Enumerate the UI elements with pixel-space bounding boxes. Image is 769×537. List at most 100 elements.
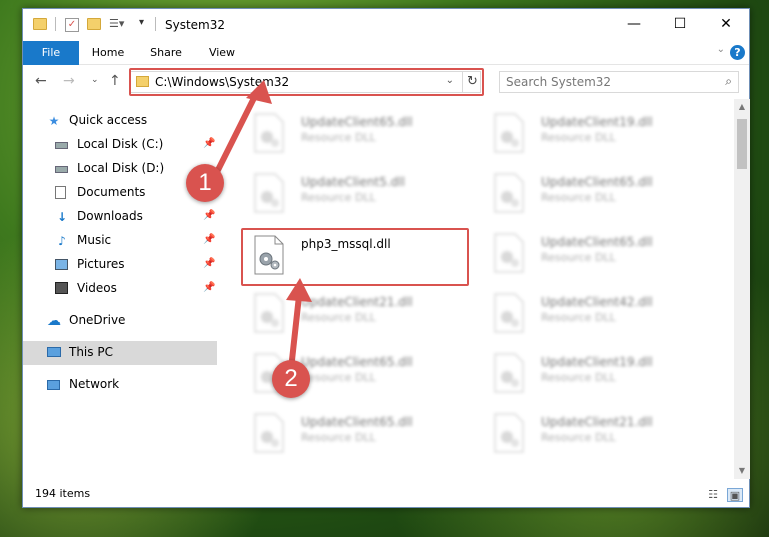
sidebar-item-quick-access[interactable]: ★ Quick access (23, 109, 217, 133)
folder-icon (33, 18, 47, 30)
file-item[interactable]: UpdateClient21.dll Resource DLL (243, 289, 473, 345)
sidebar-item-pictures[interactable]: Pictures 📌 (23, 253, 217, 277)
forward-arrow-icon[interactable]: → (63, 73, 75, 89)
close-button[interactable]: ✕ (703, 9, 749, 39)
documents-icon (55, 186, 69, 200)
file-name: UpdateClient21.dll (541, 415, 653, 429)
pin-icon: 📌 (203, 258, 216, 269)
file-item[interactable]: UpdateClient21.dll Resource DLL (483, 409, 713, 465)
tab-file[interactable]: File (23, 41, 79, 65)
file-item[interactable]: UpdateClient42.dll Resource DLL (483, 289, 713, 345)
sidebar-item-label: Pictures (77, 257, 125, 271)
search-placeholder: Search System32 (506, 75, 612, 89)
sidebar-item-label: Videos (77, 281, 117, 295)
file-type: Resource DLL (301, 191, 376, 204)
address-bar-highlight (129, 68, 484, 96)
file-type: Resource DLL (541, 191, 616, 204)
file-name: UpdateClient65.dll (301, 415, 413, 429)
dll-file-icon (494, 293, 524, 333)
tab-home[interactable]: Home (85, 41, 131, 65)
tab-share[interactable]: Share (143, 41, 189, 65)
details-view-icon[interactable]: ☷ (705, 488, 721, 502)
file-name: UpdateClient42.dll (541, 295, 653, 309)
pin-icon: 📌 (203, 234, 216, 245)
separator (55, 17, 56, 31)
file-name: UpdateClient65.dll (541, 175, 653, 189)
sidebar-item-label: Network (69, 377, 120, 391)
back-arrow-icon[interactable]: ← (35, 73, 47, 89)
tab-view[interactable]: View (199, 41, 245, 65)
sidebar-item-label: This PC (69, 345, 113, 359)
music-note-icon: ♪ (58, 234, 66, 248)
file-name: UpdateClient65.dll (301, 115, 413, 129)
file-type: Resource DLL (541, 131, 616, 144)
maximize-button[interactable]: ☐ (657, 9, 703, 39)
pictures-icon (55, 258, 69, 272)
file-item[interactable]: UpdateClient19.dll Resource DLL (483, 349, 713, 405)
file-item[interactable]: UpdateClient65.dll Resource DLL (243, 409, 473, 465)
file-type: Resource DLL (541, 311, 616, 324)
file-item[interactable]: UpdateClient5.dll Resource DLL (243, 169, 473, 225)
search-input[interactable]: Search System32 ⌕ (499, 71, 739, 93)
sidebar-item-label: Local Disk (C:) (77, 137, 164, 151)
recent-locations-chevron-icon[interactable]: ⌄ (91, 75, 99, 85)
sidebar-item-this-pc[interactable]: This PC (23, 341, 217, 365)
dll-file-icon (494, 413, 524, 453)
large-icons-view-icon[interactable]: ▣ (727, 488, 743, 502)
file-highlight (241, 228, 469, 286)
videos-icon (55, 282, 69, 296)
dll-file-icon (494, 353, 524, 393)
file-item[interactable]: UpdateClient65.dll Resource DLL (483, 229, 713, 285)
vertical-scrollbar[interactable]: ▲ ▼ (734, 99, 750, 479)
minimize-button[interactable]: — (611, 9, 657, 39)
sidebar-item-label: Downloads (77, 209, 143, 223)
file-type: Resource DLL (541, 371, 616, 384)
sidebar-item-onedrive[interactable]: ☁ OneDrive (23, 309, 217, 333)
step-1-callout: 1 (186, 164, 224, 202)
computer-icon (47, 346, 61, 360)
file-name: UpdateClient19.dll (541, 115, 653, 129)
pin-icon: 📌 (203, 138, 216, 149)
step-2-callout: 2 (272, 360, 310, 398)
status-bar: 194 items ☷ ▣ (23, 483, 749, 507)
file-item[interactable]: UpdateClient65.dll Resource DLL (243, 109, 473, 165)
file-type: Resource DLL (301, 431, 376, 444)
up-arrow-icon[interactable]: ↑ (109, 73, 121, 89)
file-type: Resource DLL (301, 371, 376, 384)
scroll-thumb[interactable] (737, 119, 747, 169)
sidebar-item-downloads[interactable]: ↓ Downloads 📌 (23, 205, 217, 229)
window-title: System32 (165, 18, 226, 32)
drive-icon (55, 162, 69, 176)
file-item[interactable]: UpdateClient65.dll Resource DLL (483, 169, 713, 225)
dll-file-icon (254, 173, 284, 213)
sidebar-item-videos[interactable]: Videos 📌 (23, 277, 217, 301)
properties-check-icon[interactable]: ✓ (65, 18, 79, 32)
item-count: 194 items (35, 487, 91, 500)
drive-icon (55, 138, 69, 152)
help-icon[interactable]: ? (730, 45, 745, 60)
file-type: Resource DLL (301, 311, 376, 324)
download-arrow-icon: ↓ (56, 210, 68, 224)
search-icon: ⌕ (725, 74, 732, 88)
customize-toolbar-icon[interactable]: ☰▾ (109, 17, 124, 30)
file-type: Resource DLL (541, 431, 616, 444)
sidebar-item-network[interactable]: Network (23, 373, 217, 397)
quick-access-toolbar-dropdown[interactable]: ▾ (139, 17, 144, 28)
sidebar-item-local-disk-c[interactable]: Local Disk (C:) 📌 (23, 133, 217, 157)
scroll-up-arrow-icon[interactable]: ▲ (734, 99, 750, 115)
file-item[interactable]: UpdateClient19.dll Resource DLL (483, 109, 713, 165)
explorer-window: ✓ ☰▾ ▾ System32 — ☐ ✕ File Home Share Vi… (22, 8, 750, 508)
scroll-down-arrow-icon[interactable]: ▼ (734, 463, 750, 479)
sidebar-item-label: Music (77, 233, 112, 247)
separator (155, 17, 156, 31)
expand-ribbon-chevron-icon[interactable]: ⌄ (717, 44, 725, 55)
star-icon: ★ (48, 114, 60, 128)
navigation-pane: ★ Quick access Local Disk (C:) 📌 Local D… (23, 99, 217, 479)
dll-file-icon (494, 233, 524, 273)
file-name: UpdateClient21.dll (301, 295, 413, 309)
pin-icon: 📌 (203, 282, 216, 293)
title-bar: ✓ ☰▾ ▾ System32 — ☐ ✕ (23, 9, 749, 41)
sidebar-item-music[interactable]: ♪ Music 📌 (23, 229, 217, 253)
file-name: UpdateClient19.dll (541, 355, 653, 369)
new-folder-icon[interactable] (87, 18, 101, 30)
